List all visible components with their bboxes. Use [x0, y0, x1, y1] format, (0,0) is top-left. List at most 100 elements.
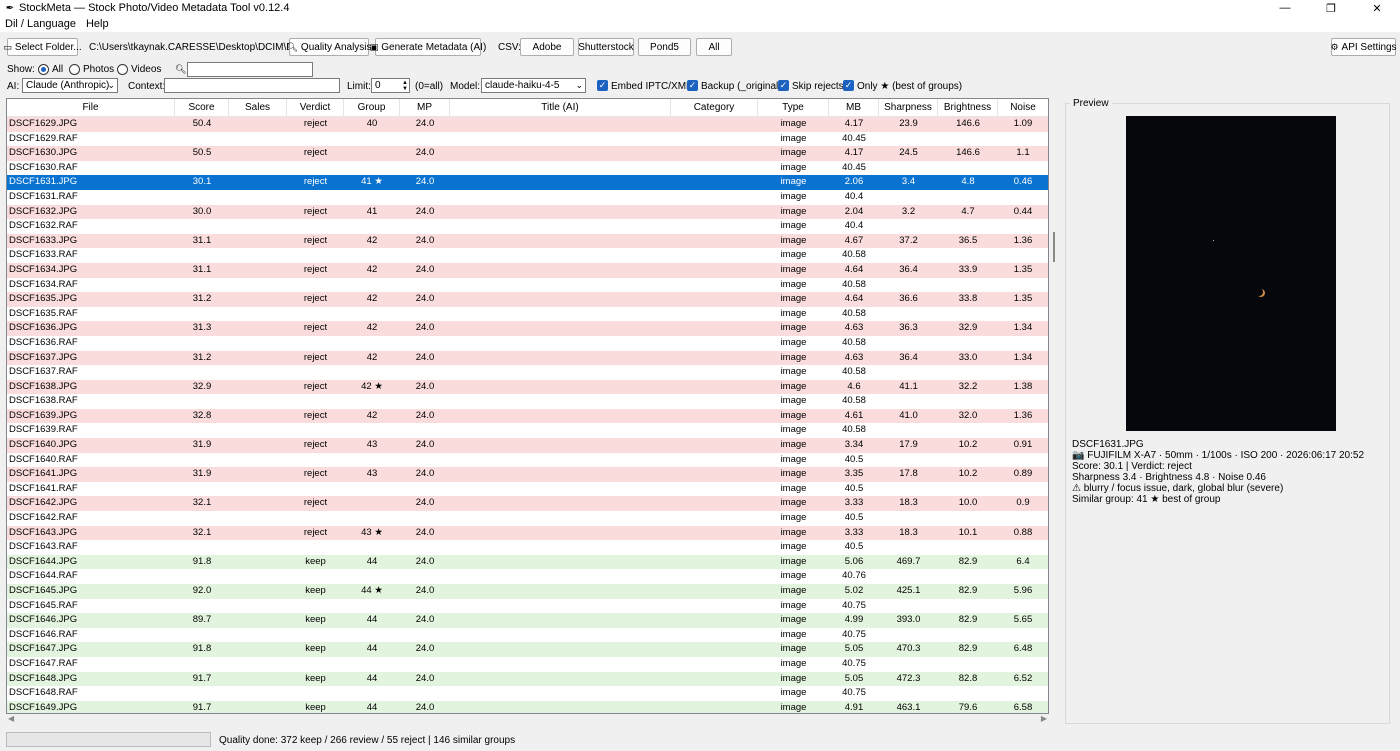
table-row[interactable]: DSCF1643.RAF image 40.5 [7, 540, 1048, 555]
table-row[interactable]: DSCF1648.RAF image 40.75 [7, 686, 1048, 701]
table-row[interactable]: DSCF1629.RAF image 40.45 [7, 131, 1048, 147]
table-row[interactable]: DSCF1639.RAF image 40.58 [7, 423, 1048, 439]
table-row[interactable]: DSCF1631.RAF image 40.4 [7, 189, 1048, 205]
table-row[interactable]: DSCF1640.RAF image 40.5 [7, 452, 1048, 468]
minimize-button[interactable]: — [1262, 0, 1308, 16]
cell-type: image [780, 701, 807, 713]
select-folder-button[interactable]: ▭ Select Folder... [3, 38, 82, 56]
table-row[interactable]: DSCF1632.JPG 30.0 reject 41 24.0 image 2.04 3.2… [7, 204, 1048, 220]
col-mp[interactable]: MP [400, 99, 450, 117]
scroll-left-icon[interactable]: ◀ [8, 714, 14, 723]
table-row[interactable]: DSCF1632.RAF image 40.4 [7, 219, 1048, 234]
embed-iptc-checkbox[interactable]: ✓ [597, 80, 608, 91]
cell-sharpness [879, 161, 938, 176]
table-row[interactable]: DSCF1638.JPG 32.9 reject 42 ★ 24.0 image 4.6 41… [7, 379, 1048, 395]
radio-videos[interactable] [117, 64, 128, 75]
chevron-down-icon[interactable]: ▼ [402, 86, 408, 92]
radio-all[interactable] [38, 64, 49, 75]
table-row[interactable]: DSCF1646.JPG 89.7 keep 44 24.0 image 4.99 393.0… [7, 613, 1048, 628]
table-row[interactable]: DSCF1637.RAF image 40.58 [7, 365, 1048, 380]
col-file[interactable]: File [7, 99, 175, 117]
table-row[interactable]: DSCF1648.JPG 91.7 keep 44 24.0 image 5.05 472.3… [7, 671, 1048, 687]
col-noise[interactable]: Noise [998, 99, 1048, 117]
splitter-handle[interactable] [1053, 232, 1055, 262]
close-button[interactable]: ✕ [1354, 0, 1400, 16]
table-row[interactable]: DSCF1644.JPG 91.8 keep 44 24.0 image 5.06 469.7… [7, 554, 1048, 570]
table-row[interactable]: DSCF1633.JPG 31.1 reject 42 24.0 image 4.67 37.… [7, 233, 1048, 249]
table-row[interactable]: DSCF1647.JPG 91.8 keep 44 24.0 image 5.05 470.3… [7, 642, 1048, 657]
only-best-checkbox[interactable]: ✓ [843, 80, 854, 91]
col-verdict[interactable]: Verdict [287, 99, 344, 117]
cell-sharpness: 472.3 [896, 672, 921, 684]
table-row[interactable]: DSCF1643.JPG 32.1 reject 43 ★ 24.0 image 3.33 1… [7, 525, 1048, 541]
context-input[interactable] [164, 78, 340, 93]
skip-rejects-checkbox[interactable]: ✓ [778, 80, 789, 91]
table-row[interactable]: DSCF1636.JPG 31.3 reject 42 24.0 image 4.63 36.… [7, 321, 1048, 336]
table-row[interactable]: DSCF1645.RAF image 40.75 [7, 598, 1048, 614]
cell-mp: 24.0 [415, 147, 435, 159]
table-row[interactable]: DSCF1634.JPG 31.1 reject 42 24.0 image 4.64 36.… [7, 262, 1048, 278]
cell-group [344, 628, 400, 643]
table-row[interactable]: DSCF1631.JPG 30.1 reject 41 ★ 24.0 image 2.06 3… [7, 175, 1048, 190]
table-row[interactable]: DSCF1635.RAF image 40.58 [7, 306, 1048, 322]
table-row[interactable]: DSCF1646.RAF image 40.75 [7, 627, 1048, 643]
table-row[interactable]: DSCF1630.JPG 50.5 reject 24.0 image 4.17 24.5 1… [7, 146, 1048, 161]
cell-mp: 24.0 [415, 409, 435, 421]
table-row[interactable]: DSCF1629.JPG 50.4 reject 40 24.0 image 4.17 23.… [7, 117, 1048, 132]
status-text: Quality done: 372 keep / 266 review / 55… [219, 735, 516, 746]
cell-category [671, 496, 758, 511]
scroll-right-icon[interactable]: ▶ [1041, 714, 1047, 723]
table-row[interactable]: DSCF1638.RAF image 40.58 [7, 394, 1048, 409]
ai-provider-select[interactable]: Claude (Anthropic) ⌄ [22, 78, 118, 93]
table-row[interactable]: DSCF1645.JPG 92.0 keep 44 ★ 24.0 image 5.02 425… [7, 584, 1048, 599]
cell-title [450, 146, 671, 161]
table-row[interactable]: DSCF1640.JPG 31.9 reject 43 24.0 image 3.34 17.… [7, 438, 1048, 453]
col-sales[interactable]: Sales [229, 99, 287, 117]
col-sharpness[interactable]: Sharpness [879, 99, 938, 117]
cell-category [671, 686, 758, 701]
maximize-button[interactable]: ❐ [1308, 0, 1354, 16]
col-brightness[interactable]: Brightness [938, 99, 998, 117]
cell-title [450, 321, 671, 336]
csv-pond5-button[interactable]: Pond5 [638, 38, 691, 56]
api-settings-button[interactable]: ⚙ API Settings [1330, 38, 1397, 56]
table-row[interactable]: DSCF1649.JPG 91.7 keep 44 24.0 image 4.91 463.1… [7, 700, 1048, 713]
table-row[interactable]: DSCF1633.RAF image 40.58 [7, 248, 1048, 263]
menu-language[interactable]: Dil / Language [0, 18, 81, 30]
table-row[interactable]: DSCF1630.RAF image 40.45 [7, 160, 1048, 176]
radio-photos[interactable] [69, 64, 80, 75]
cell-type: image [780, 176, 807, 188]
search-input[interactable] [187, 62, 313, 77]
menu-help[interactable]: Help [81, 18, 114, 30]
cell-category [671, 146, 758, 161]
col-category[interactable]: Category [671, 99, 758, 117]
col-title[interactable]: Title (AI) [450, 99, 671, 117]
generate-metadata-button[interactable]: ▣ Generate Metadata (AI) [370, 38, 486, 56]
cell-score [175, 482, 229, 497]
table-row[interactable]: DSCF1639.JPG 32.8 reject 42 24.0 image 4.61 41.… [7, 408, 1048, 424]
col-mb[interactable]: MB [829, 99, 879, 117]
table-row[interactable]: DSCF1641.JPG 31.9 reject 43 24.0 image 3.35 17.… [7, 467, 1048, 482]
csv-adobe-button[interactable]: Adobe [520, 38, 574, 56]
col-score[interactable]: Score [175, 99, 229, 117]
limit-stepper[interactable]: 0 ▲ ▼ [371, 78, 410, 93]
cell-file: DSCF1641.RAF [9, 482, 78, 494]
csv-shutterstock-button[interactable]: Shutterstock [578, 38, 634, 56]
table-row[interactable]: DSCF1644.RAF image 40.76 [7, 569, 1048, 584]
table-row[interactable]: DSCF1634.RAF image 40.58 [7, 277, 1048, 293]
col-group[interactable]: Group [344, 99, 400, 117]
table-row[interactable]: DSCF1636.RAF image 40.58 [7, 335, 1048, 351]
backup-checkbox[interactable]: ✓ [687, 80, 698, 91]
col-type[interactable]: Type [758, 99, 829, 117]
table-row[interactable]: DSCF1641.RAF image 40.5 [7, 481, 1048, 497]
horizontal-scrollbar[interactable]: ◀ ▶ [6, 714, 1049, 726]
table-row[interactable]: DSCF1642.RAF image 40.5 [7, 511, 1048, 526]
table-row[interactable]: DSCF1647.RAF image 40.75 [7, 656, 1048, 672]
quality-analysis-button[interactable]: 🔍︎ Quality Analysis [286, 38, 372, 56]
model-select[interactable]: claude-haiku-4-5 ⌄ [481, 78, 586, 93]
cell-mb: 40.75 [842, 628, 866, 640]
table-row[interactable]: DSCF1637.JPG 31.2 reject 42 24.0 image 4.63 36.… [7, 350, 1048, 366]
table-row[interactable]: DSCF1635.JPG 31.2 reject 42 24.0 image 4.64 36.… [7, 292, 1048, 307]
table-row[interactable]: DSCF1642.JPG 32.1 reject 24.0 image 3.33 18.3 1… [7, 496, 1048, 512]
csv-all-button[interactable]: All [696, 38, 732, 56]
